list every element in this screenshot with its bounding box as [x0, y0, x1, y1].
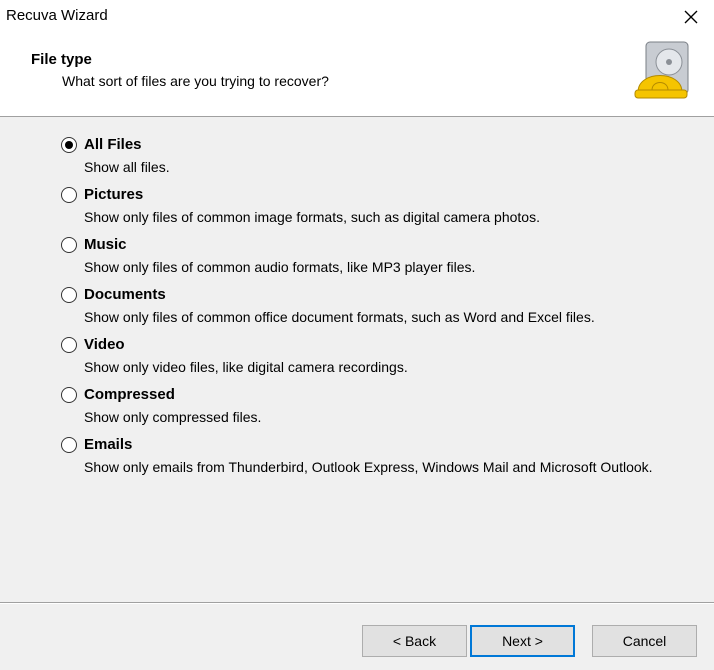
option-compressed[interactable]: Compressed Show only compressed files.	[60, 386, 700, 436]
option-description: Show only emails from Thunderbird, Outlo…	[84, 459, 653, 475]
option-pictures[interactable]: Pictures Show only files of common image…	[60, 186, 700, 236]
option-label[interactable]: All Files	[84, 136, 142, 154]
option-music[interactable]: Music Show only files of common audio fo…	[60, 236, 700, 286]
option-label[interactable]: Music	[84, 236, 127, 254]
footer-divider	[0, 602, 714, 604]
option-documents[interactable]: Documents Show only files of common offi…	[60, 286, 700, 336]
radio-video[interactable]	[61, 337, 77, 353]
option-description: Show only video files, like digital came…	[84, 359, 408, 375]
close-icon	[684, 10, 698, 24]
cancel-button[interactable]: Cancel	[592, 625, 697, 657]
wizard-header: File type What sort of files are you try…	[0, 34, 714, 117]
option-video[interactable]: Video Show only video files, like digita…	[60, 336, 700, 386]
option-label[interactable]: Documents	[84, 286, 166, 304]
window-title: Recuva Wizard	[6, 7, 108, 24]
file-type-options: All Files Show all files. Pictures Show …	[60, 136, 700, 506]
radio-all-files[interactable]	[61, 137, 77, 153]
close-button[interactable]	[668, 0, 714, 34]
page-title: File type	[31, 51, 92, 68]
option-emails[interactable]: Emails Show only emails from Thunderbird…	[60, 436, 700, 506]
title-bar: Recuva Wizard	[0, 0, 714, 34]
radio-emails[interactable]	[61, 437, 77, 453]
option-label[interactable]: Emails	[84, 436, 132, 454]
option-description: Show only files of common audio formats,…	[84, 259, 476, 275]
option-label[interactable]: Video	[84, 336, 125, 354]
radio-compressed[interactable]	[61, 387, 77, 403]
option-description: Show all files.	[84, 159, 170, 175]
back-button[interactable]: < Back	[362, 625, 467, 657]
radio-pictures[interactable]	[61, 187, 77, 203]
option-description: Show only compressed files.	[84, 409, 262, 425]
option-label[interactable]: Pictures	[84, 186, 143, 204]
page-subtitle: What sort of files are you trying to rec…	[62, 73, 329, 89]
recuva-hard-hat-drive-icon	[634, 41, 689, 99]
option-description: Show only files of common office documen…	[84, 309, 595, 325]
radio-music[interactable]	[61, 237, 77, 253]
option-label[interactable]: Compressed	[84, 386, 175, 404]
option-all-files[interactable]: All Files Show all files.	[60, 136, 700, 186]
radio-documents[interactable]	[61, 287, 77, 303]
option-description: Show only files of common image formats,…	[84, 209, 540, 225]
next-button[interactable]: Next >	[470, 625, 575, 657]
